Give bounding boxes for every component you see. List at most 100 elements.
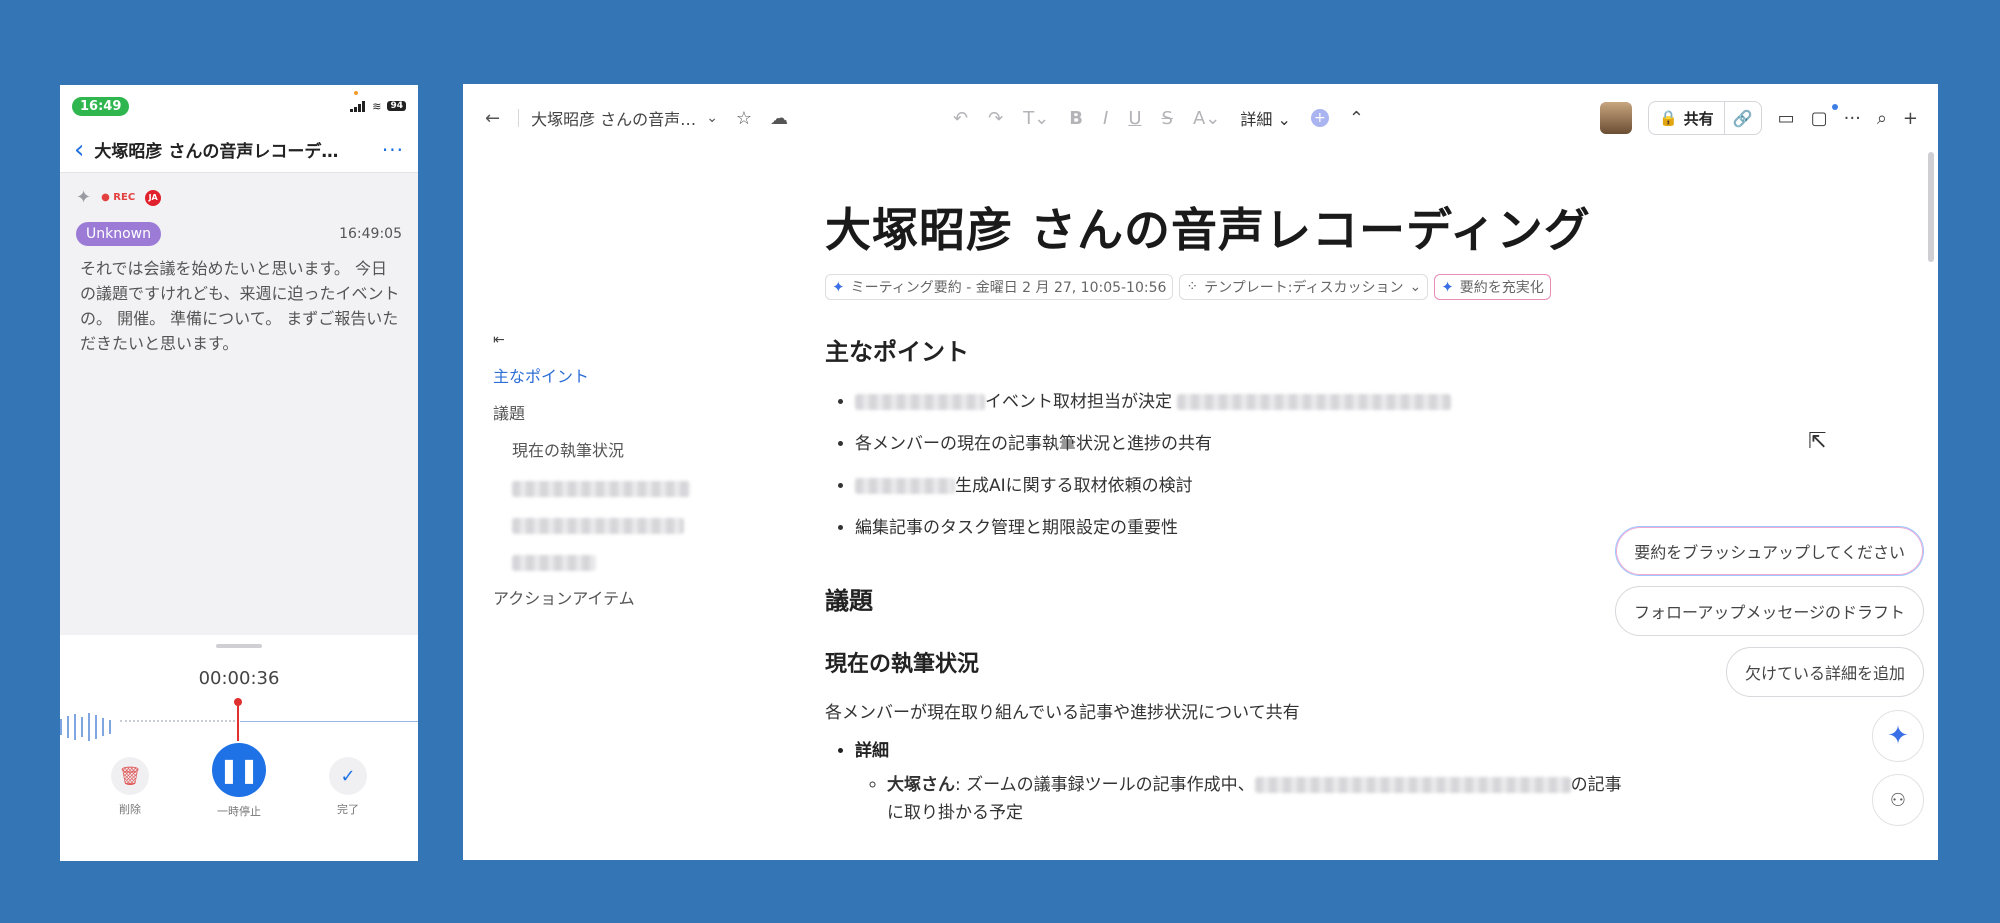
ai-sparkle-icon[interactable]: ✦ — [76, 187, 91, 208]
undo-icon[interactable]: ↶ — [953, 108, 968, 129]
wifi-icon: ≋ — [372, 99, 382, 113]
battery-icon: 94 — [387, 101, 406, 111]
sparkle-icon: ✦ — [1441, 278, 1454, 296]
collapse-outline-icon[interactable]: ⇤ — [493, 332, 713, 348]
phone-recorder-app: 16:49 ≋ 94 ‹ 大塚昭彦 さんの音声レコーデ… ··· ✦ ● REC… — [60, 85, 418, 861]
playhead[interactable] — [234, 698, 242, 741]
outline-item-points[interactable]: 主なポイント — [493, 358, 713, 395]
enrich-summary-label: 要約を充実化 — [1459, 280, 1544, 296]
list-item: 詳細 大塚さん: ズームの議事録ツールの記事作成中、 の記事に取り掛かる予定 — [855, 731, 1685, 827]
recorder-controls: 🗑 削除 ❚❚ 一時停止 ✓ 完了 — [60, 743, 418, 819]
redacted-text — [855, 394, 985, 410]
text-style-icon[interactable]: T⌄ — [1023, 108, 1049, 129]
key-points-list: イベント取材担当が決定 各メンバーの現在の記事執筆状況と進捗の共有 生成AIに関… — [825, 381, 1685, 549]
list-item: イベント取材担当が決定 — [855, 381, 1685, 423]
chevron-down-icon: ⌄ — [1409, 279, 1422, 295]
cloud-icon[interactable]: ☁ — [770, 108, 788, 129]
redacted-text — [1254, 777, 1571, 793]
mic-indicator-icon — [354, 91, 358, 95]
detail-text: : ズームの議事録ツールの記事作成中、 — [955, 775, 1255, 795]
pause-icon[interactable]: ❚❚ — [212, 743, 266, 797]
cellular-signal-icon — [350, 100, 366, 112]
outline-item-agenda[interactable]: 議題 — [493, 395, 713, 432]
elapsed-timer: 00:00:36 — [198, 668, 280, 689]
search-icon[interactable]: ⌕ — [1877, 108, 1887, 129]
scrollbar-thumb[interactable] — [1928, 152, 1934, 262]
outline-panel: ⇤ 主なポイント 議題 現在の執筆状況 アクションアイテム — [493, 332, 713, 617]
underline-icon[interactable]: U — [1128, 108, 1141, 129]
more-icon[interactable]: ··· — [1844, 108, 1861, 129]
list-item: 各メンバーの現在の記事執筆状況と進捗の共有 — [855, 423, 1685, 465]
arrow-left-icon[interactable]: ← — [485, 108, 500, 129]
outline-item-redacted[interactable] — [493, 543, 713, 580]
bold-icon[interactable]: B — [1069, 108, 1083, 129]
template-chip[interactable]: ⁘ テンプレート:ディスカッション ⌄ — [1179, 274, 1429, 300]
outline-item-redacted[interactable] — [493, 469, 713, 506]
page-title: 大塚昭彦 さんの音声レコーディング — [825, 203, 1591, 257]
drag-handle[interactable] — [216, 644, 262, 648]
star-icon[interactable]: ☆ — [736, 108, 752, 129]
trash-icon[interactable]: 🗑 — [111, 757, 149, 795]
pause-control[interactable]: ❚❚ 一時停止 — [209, 743, 269, 819]
detail-text: に取り掛かる予定 — [887, 803, 1023, 823]
waveform-baseline — [240, 721, 418, 722]
transcript-text: それでは会議を始めたいと思います。 今日の議題ですけれども、来週に迫ったイベント… — [80, 259, 400, 353]
meeting-summary-chip[interactable]: ✦ ミーティング要約 - 金曜日 2 月 27, 10:05-10:56 — [825, 274, 1174, 300]
chevron-up-icon[interactable]: ⌃ — [1349, 108, 1364, 129]
detail-sublist: 大塚さん: ズームの議事録ツールの記事作成中、 の記事に取り掛かる予定 — [855, 771, 1685, 827]
document-body: 大塚昭彦 さんの音声レコーディング ✦ ミーティング要約 - 金曜日 2 月 27… — [825, 194, 1685, 827]
phone-header: ‹ 大塚昭彦 さんの音声レコーデ… ··· — [60, 127, 418, 173]
doc-title-tab[interactable]: 大塚昭彦 さんの音声… — [531, 106, 696, 130]
outline-item-redacted[interactable] — [493, 506, 713, 543]
italic-icon[interactable]: I — [1103, 108, 1108, 129]
ai-assistant-icon[interactable]: ✦ — [1872, 710, 1924, 762]
insert-icon[interactable]: + — [1310, 109, 1329, 127]
done-control[interactable]: ✓ 完了 — [318, 757, 378, 819]
waveform-bars — [60, 707, 111, 741]
outline-item-actions[interactable]: アクションアイテム — [493, 580, 713, 617]
scrollbar[interactable] — [1928, 152, 1936, 262]
redo-icon[interactable]: ↷ — [988, 108, 1003, 129]
enrich-summary-chip[interactable]: ✦ 要約を充実化 — [1434, 274, 1551, 300]
suggestion-followup[interactable]: フォローアップメッセージのドラフト — [1614, 586, 1924, 636]
video-icon[interactable]: ▭ — [1778, 108, 1795, 129]
share-button[interactable]: 🔒 共有 — [1649, 102, 1724, 134]
outline-item-status[interactable]: 現在の執筆状況 — [493, 432, 713, 469]
check-icon[interactable]: ✓ — [329, 757, 367, 795]
status-paragraph: 各メンバーが現在取り組んでいる記事や進捗状況について共有 — [825, 703, 1300, 723]
toolbar-right: 🔒 共有 🔗 ▭ ▢ ··· ⌕ + — [1599, 84, 1918, 152]
avatar[interactable] — [1599, 102, 1632, 134]
link-icon[interactable]: 🔗 — [1723, 102, 1761, 134]
section-heading-agenda: 議題 — [825, 587, 873, 615]
comment-icon[interactable]: ▢ — [1811, 108, 1828, 129]
speaker-timestamp: 16:49:05 — [339, 226, 402, 242]
suggestion-brushup[interactable]: 要約をブラッシュアップしてください — [1615, 526, 1924, 576]
point-text: 各メンバーの現在の記事執筆状況と進捗の共有 — [855, 434, 1212, 454]
recording-title: 大塚昭彦 さんの音声レコーデ… — [94, 142, 339, 162]
notes-window: ← 大塚昭彦 さんの音声… ⌄ ☆ ☁ ↶ ↷ T⌄ B I U S A⌄ 詳細… — [463, 84, 1938, 860]
detail-menu[interactable]: 詳細 ⌄ — [1240, 106, 1291, 130]
suggestion-add-details[interactable]: 欠けている詳細を追加 — [1725, 647, 1924, 697]
delete-label: 削除 — [119, 803, 141, 816]
waveform — [60, 698, 418, 741]
toolbar-divider — [518, 109, 520, 127]
point-text: 生成AIに関する取材依頼の検討 — [955, 476, 1193, 496]
strikethrough-icon[interactable]: S — [1162, 108, 1173, 129]
back-icon[interactable]: ‹ — [74, 137, 84, 163]
delete-control[interactable]: 🗑 削除 — [100, 757, 160, 819]
detail-label: 詳細 — [1240, 110, 1273, 129]
font-color-icon[interactable]: A⌄ — [1193, 108, 1220, 129]
status-time: 16:49 — [72, 96, 130, 116]
redacted-text — [1177, 394, 1452, 410]
redacted-text — [512, 480, 690, 497]
language-badge[interactable]: JA — [145, 189, 162, 206]
waveform-dots — [120, 720, 235, 722]
detail-list: 詳細 大塚さん: ズームの議事録ツールの記事作成中、 の記事に取り掛かる予定 — [825, 731, 1685, 827]
speaker-badge[interactable]: Unknown — [76, 222, 161, 246]
list-item: 生成AIに関する取材依頼の検討 — [855, 465, 1685, 507]
plus-icon[interactable]: + — [1903, 108, 1918, 129]
more-icon[interactable]: ··· — [382, 138, 404, 162]
chevron-down-icon[interactable]: ⌄ — [706, 110, 718, 126]
section-heading-status: 現在の執筆状況 — [825, 652, 980, 677]
participants-icon[interactable]: ⚇ — [1872, 774, 1924, 826]
